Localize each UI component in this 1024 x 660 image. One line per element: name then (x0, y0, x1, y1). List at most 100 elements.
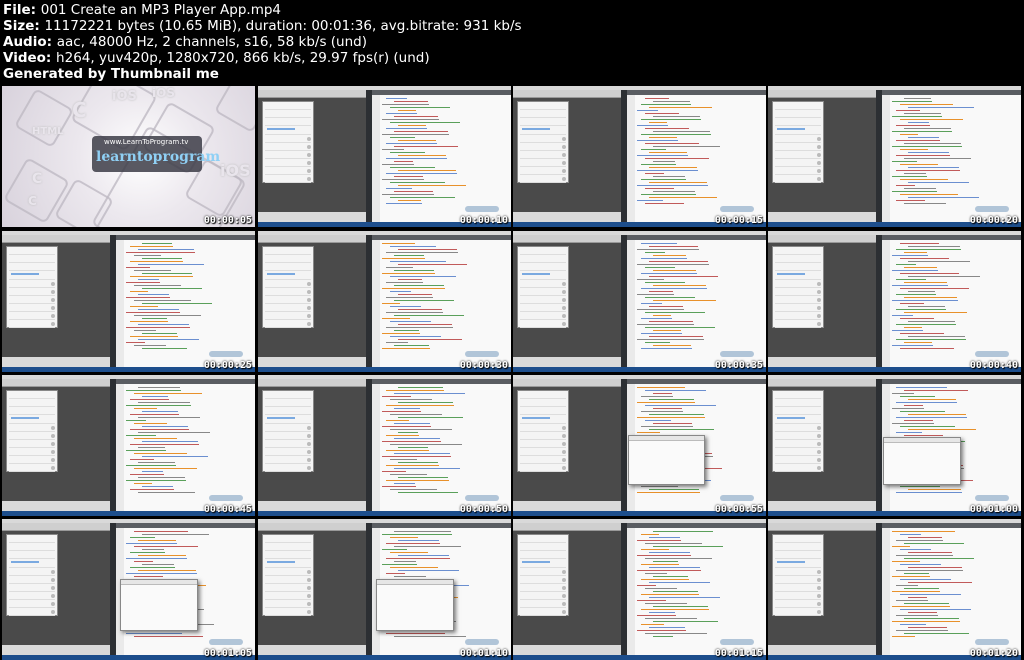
player-menu-row[interactable] (775, 408, 821, 415)
player-menu-row[interactable] (9, 577, 55, 584)
player-menu-row[interactable] (520, 111, 566, 118)
player-menu-row[interactable] (520, 552, 566, 559)
player-menu-row[interactable] (775, 103, 821, 110)
player-menu-row[interactable] (9, 297, 55, 304)
player-menu-row[interactable] (265, 128, 311, 135)
video-thumbnail[interactable]: 00:01:10 (258, 519, 511, 660)
player-menu-row[interactable] (520, 248, 566, 255)
player-menu-row[interactable] (775, 152, 821, 159)
player-menu-row[interactable] (775, 160, 821, 167)
video-thumbnail[interactable]: 00:00:50 (258, 375, 511, 516)
player-menu-row[interactable] (775, 128, 821, 135)
volume-slider[interactable] (11, 417, 39, 419)
player-menu-row[interactable] (265, 457, 311, 464)
player-menu-row[interactable] (520, 119, 566, 126)
player-menu-row[interactable] (520, 264, 566, 271)
player-menu-row[interactable] (775, 111, 821, 118)
player-menu-row[interactable] (775, 119, 821, 126)
player-menu-row[interactable] (520, 536, 566, 543)
player-menu-row[interactable] (520, 425, 566, 432)
player-menu-row[interactable] (265, 248, 311, 255)
player-menu-row[interactable] (520, 441, 566, 448)
player-menu-row[interactable] (265, 408, 311, 415)
player-menu-row[interactable] (265, 313, 311, 320)
player-menu-row[interactable] (775, 577, 821, 584)
video-thumbnail[interactable]: 00:00:15 (513, 86, 766, 227)
player-menu-row[interactable] (775, 569, 821, 576)
player-menu-row[interactable] (9, 593, 55, 600)
player-menu-row[interactable] (520, 465, 566, 472)
player-menu-row[interactable] (775, 256, 821, 263)
player-menu-row[interactable] (9, 305, 55, 312)
player-menu-row[interactable] (520, 168, 566, 175)
volume-slider[interactable] (267, 128, 295, 130)
player-menu-row[interactable] (520, 136, 566, 143)
player-menu-row[interactable] (520, 392, 566, 399)
player-menu-row[interactable] (775, 449, 821, 456)
player-menu-row[interactable] (520, 256, 566, 263)
player-menu-row[interactable] (520, 297, 566, 304)
player-menu-row[interactable] (9, 425, 55, 432)
player-menu-row[interactable] (520, 128, 566, 135)
player-menu-row[interactable] (775, 168, 821, 175)
player-menu-row[interactable] (775, 176, 821, 183)
player-menu-row[interactable] (265, 136, 311, 143)
player-menu-row[interactable] (265, 433, 311, 440)
volume-slider[interactable] (522, 128, 550, 130)
player-menu-row[interactable] (775, 425, 821, 432)
player-menu-row[interactable] (520, 305, 566, 312)
volume-slider[interactable] (522, 561, 550, 563)
player-menu-row[interactable] (9, 601, 55, 608)
player-menu-row[interactable] (775, 281, 821, 288)
video-thumbnail[interactable]: 00:01:15 (513, 519, 766, 660)
player-menu-row[interactable] (265, 119, 311, 126)
player-menu-row[interactable] (775, 417, 821, 424)
video-thumbnail[interactable]: 00:00:20 (768, 86, 1021, 227)
player-menu-row[interactable] (9, 313, 55, 320)
volume-slider[interactable] (777, 128, 805, 130)
player-menu-row[interactable] (520, 289, 566, 296)
player-menu-row[interactable] (775, 321, 821, 328)
player-menu-row[interactable] (265, 609, 311, 616)
video-thumbnail[interactable]: 00:00:40 (768, 231, 1021, 372)
player-menu-row[interactable] (265, 289, 311, 296)
player-menu-row[interactable] (9, 457, 55, 464)
video-thumbnail[interactable]: 00:01:05 (2, 519, 255, 660)
player-menu-row[interactable] (265, 465, 311, 472)
player-menu-row[interactable] (775, 248, 821, 255)
player-menu-row[interactable] (520, 144, 566, 151)
video-thumbnail[interactable]: 00:01:20 (768, 519, 1021, 660)
volume-slider[interactable] (11, 561, 39, 563)
player-menu-row[interactable] (775, 400, 821, 407)
player-menu-row[interactable] (265, 552, 311, 559)
player-menu-row[interactable] (9, 392, 55, 399)
volume-slider[interactable] (777, 417, 805, 419)
player-menu-row[interactable] (265, 281, 311, 288)
player-menu-row[interactable] (775, 289, 821, 296)
player-menu-row[interactable] (9, 417, 55, 424)
player-menu-row[interactable] (775, 561, 821, 568)
player-menu-row[interactable] (265, 536, 311, 543)
volume-slider[interactable] (522, 273, 550, 275)
player-menu-row[interactable] (265, 449, 311, 456)
player-menu-row[interactable] (265, 273, 311, 280)
player-menu-row[interactable] (9, 289, 55, 296)
player-menu-row[interactable] (775, 465, 821, 472)
player-menu-row[interactable] (9, 400, 55, 407)
player-menu-row[interactable] (520, 152, 566, 159)
player-menu-row[interactable] (265, 168, 311, 175)
player-menu-row[interactable] (265, 577, 311, 584)
video-thumbnail[interactable]: 00:00:30 (258, 231, 511, 372)
player-menu-row[interactable] (265, 297, 311, 304)
player-menu-row[interactable] (520, 408, 566, 415)
player-menu-row[interactable] (265, 561, 311, 568)
player-menu-row[interactable] (9, 465, 55, 472)
volume-slider[interactable] (267, 273, 295, 275)
player-menu-row[interactable] (9, 449, 55, 456)
player-menu-row[interactable] (775, 313, 821, 320)
player-menu-row[interactable] (775, 144, 821, 151)
volume-slider[interactable] (777, 561, 805, 563)
volume-slider[interactable] (267, 417, 295, 419)
player-menu-row[interactable] (520, 601, 566, 608)
player-menu-row[interactable] (265, 569, 311, 576)
